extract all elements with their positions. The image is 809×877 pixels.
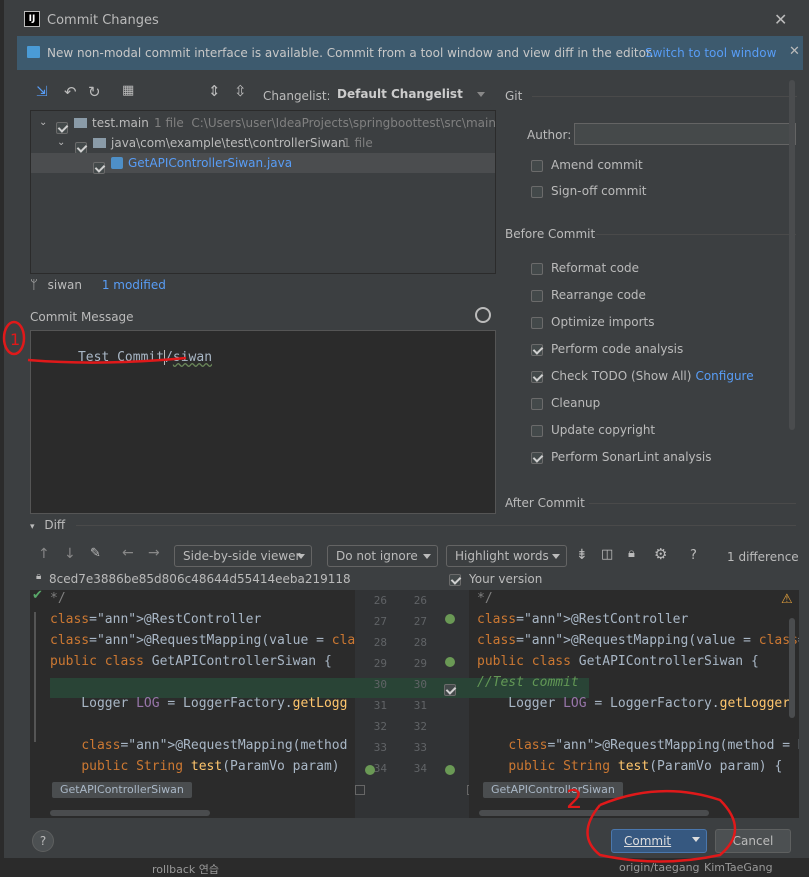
annotation-circle-2 xyxy=(586,789,737,863)
annotation-number-1: 1 xyxy=(10,330,20,349)
annotation-number-2: 2 xyxy=(566,785,583,815)
annotation-layer: 1 2 xyxy=(2,320,737,863)
annotation-underline xyxy=(27,356,187,364)
